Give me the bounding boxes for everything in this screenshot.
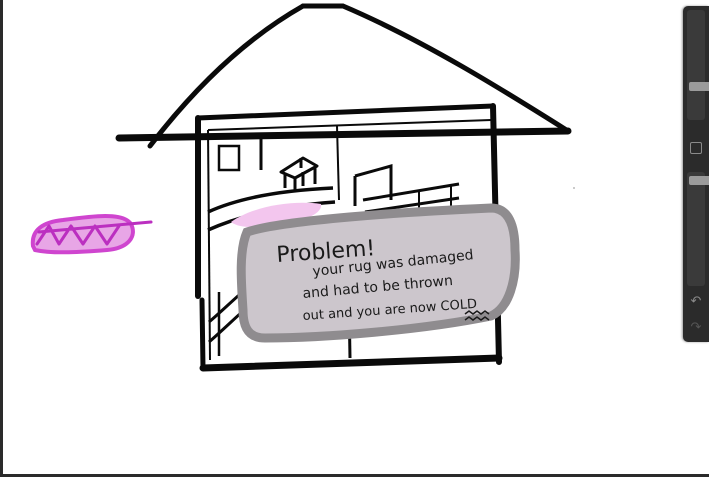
- house-outline: [195, 103, 496, 121]
- brush-size-thumb[interactable]: [689, 82, 709, 91]
- window-frame: [217, 144, 241, 172]
- house-outline: [199, 354, 503, 372]
- opacity-slider[interactable]: [687, 172, 709, 286]
- magenta-scribble: [30, 214, 135, 255]
- roof-eave: [115, 127, 572, 142]
- modify-square-icon[interactable]: [690, 142, 702, 154]
- undo-icon[interactable]: ↶: [688, 294, 704, 310]
- side-toolbar: ↶ ↷: [683, 6, 709, 342]
- room-divider: [207, 129, 211, 361]
- canvas-dot: [573, 187, 575, 189]
- chair-drawing: [279, 156, 319, 190]
- brush-size-slider[interactable]: [687, 10, 709, 120]
- cabinet-drawing: [353, 164, 393, 206]
- sketch-artwork: Problem! your rug was damaged and had to…: [30, 3, 575, 372]
- opacity-thumb[interactable]: [689, 176, 709, 185]
- redo-icon[interactable]: ↷: [688, 320, 704, 336]
- house-outline: [199, 297, 206, 371]
- roof-line: [147, 3, 306, 149]
- drawing-canvas[interactable]: Problem! your rug was damaged and had to…: [3, 0, 709, 474]
- room-divider: [207, 119, 492, 131]
